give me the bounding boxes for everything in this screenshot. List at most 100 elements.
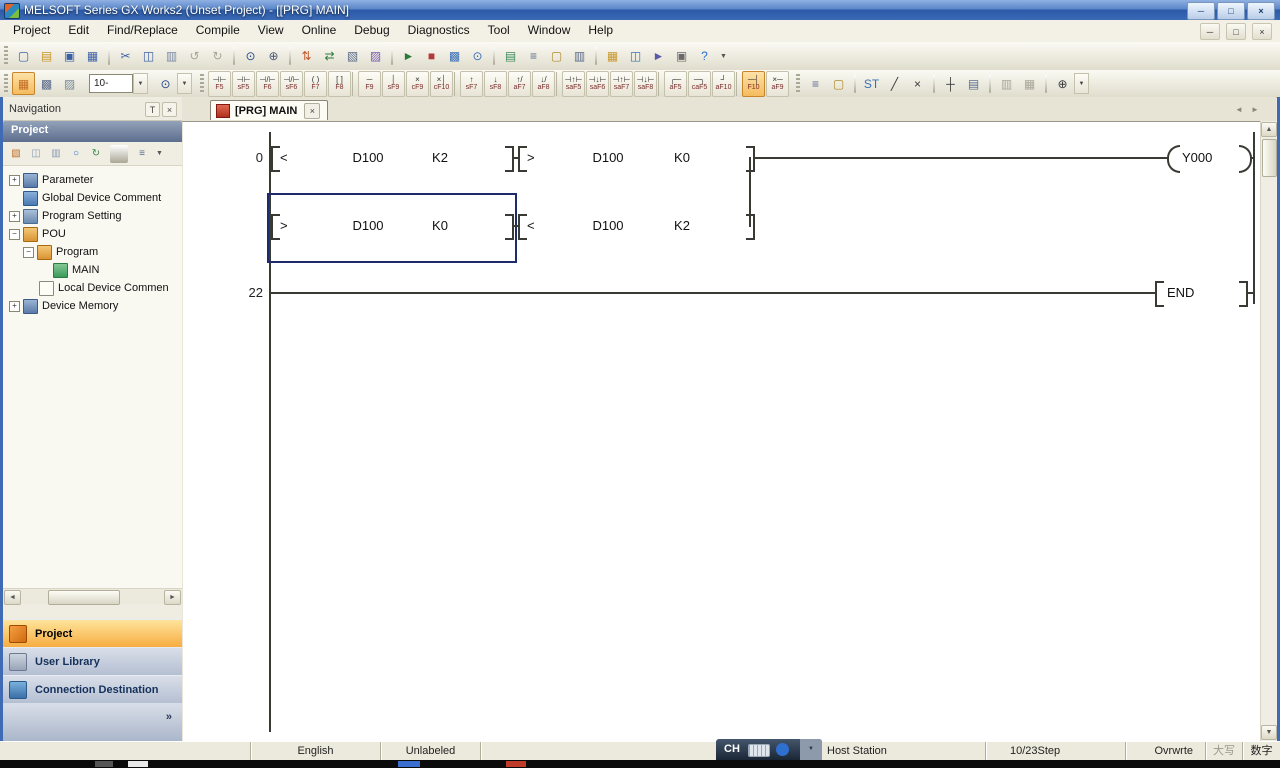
zoom-scale-dropdown-icon[interactable]: ▼: [133, 73, 148, 94]
menu-item[interactable]: Diagnostics: [399, 20, 479, 40]
close-panel-icon[interactable]: ×: [162, 102, 177, 117]
open-project-icon[interactable]: ▤: [35, 45, 58, 68]
scroll-left-icon[interactable]: ◄: [4, 590, 21, 605]
horizontal-line-button[interactable]: ─F9: [358, 71, 381, 97]
refresh-icon[interactable]: ↻: [86, 144, 106, 164]
note-icon[interactable]: ▢: [545, 45, 568, 68]
info-icon[interactable]: ○: [66, 144, 86, 164]
device-test-icon[interactable]: ▩: [443, 45, 466, 68]
sidebar-item-user-library[interactable]: User Library: [3, 647, 182, 676]
parameter-setting-icon[interactable]: ▦: [601, 45, 624, 68]
save-icon[interactable]: ▣: [58, 45, 81, 68]
toolbar-item[interactable]: [1045, 75, 1047, 93]
edit-line-button[interactable]: ─┤F10: [742, 71, 765, 97]
menu-item[interactable]: Project: [4, 20, 59, 40]
ladder-symbol-button[interactable]: [736, 72, 741, 96]
child-restore-button[interactable]: □: [1226, 23, 1246, 40]
ladder-symbol-button[interactable]: [658, 72, 663, 96]
menu-item[interactable]: Online: [293, 20, 346, 40]
toolbar-item[interactable]: [595, 47, 597, 65]
coil-button[interactable]: ( )F7: [304, 71, 327, 97]
find-dropdown-icon[interactable]: ⊙: [154, 72, 177, 95]
expander-icon[interactable]: +: [9, 301, 20, 312]
open-contact-button[interactable]: ⊣⊢F5: [208, 71, 231, 97]
statement-icon[interactable]: ≡: [522, 45, 545, 68]
write-to-plc-icon[interactable]: ⇅: [295, 45, 318, 68]
closed-branch-button[interactable]: ⊣/⊢sF6: [280, 71, 303, 97]
paste-icon[interactable]: ▥: [160, 45, 183, 68]
ladder-editor[interactable]: 0 < D100 K2 > D100 K0 Y000 > D100 K0: [183, 121, 1260, 741]
toolbar-grip[interactable]: [796, 74, 800, 94]
options-icon[interactable]: ▣: [670, 45, 693, 68]
tree-item-program-setting[interactable]: + Program Setting: [3, 207, 182, 225]
project-toolbar-dropdown-icon[interactable]: ▼: [156, 150, 163, 157]
sidebar-horizontal-scrollbar[interactable]: ◄ ►: [3, 588, 182, 604]
tree-item-pou[interactable]: − POU: [3, 225, 182, 243]
scroll-down-icon[interactable]: ▼: [1261, 725, 1277, 740]
find-icon[interactable]: ⊙: [239, 45, 262, 68]
ime-help-icon[interactable]: [776, 743, 789, 756]
tree-item-main[interactable]: MAIN: [3, 261, 182, 279]
tree-item-local-device-comment[interactable]: Local Device Commen: [3, 279, 182, 297]
watch-icon[interactable]: ⊙: [466, 45, 489, 68]
scroll-right-icon[interactable]: ►: [164, 590, 181, 605]
toolbar-grip[interactable]: [4, 74, 8, 94]
delete-vertical-line-button[interactable]: ×│cF10: [430, 71, 453, 97]
find-dropdown-arrow-icon[interactable]: ▼: [177, 73, 192, 94]
taskbar-item[interactable]: [95, 761, 113, 767]
operation-result-rising-pulse-button[interactable]: ─┐caF5: [688, 71, 711, 97]
toolbar-item[interactable]: [391, 47, 393, 65]
ladder-symbol-button[interactable]: [352, 72, 357, 96]
menu-item[interactable]: Debug: [345, 20, 398, 40]
toolbar-item[interactable]: [493, 47, 495, 65]
scroll-up-icon[interactable]: ▲: [1261, 122, 1277, 137]
vertical-line-button[interactable]: │sF9: [382, 71, 405, 97]
tab-prg-main[interactable]: [PRG] MAIN ×: [210, 100, 328, 120]
maximize-button[interactable]: □: [1217, 2, 1245, 20]
new-project-icon[interactable]: ▢: [12, 45, 35, 68]
falling-pulse-close-button[interactable]: ⊣↓⊢saF6: [586, 71, 609, 97]
falling-pulse-branch-button[interactable]: ↓/aF8: [532, 71, 555, 97]
tab-scroll-left-icon[interactable]: ◄: [1232, 101, 1246, 117]
tab-scroll-right-icon[interactable]: ►: [1248, 101, 1262, 117]
ime-language-bar[interactable]: CH ▼: [716, 739, 822, 760]
rising-pulse-close-branch-button[interactable]: ⊣↑⊢saF7: [610, 71, 633, 97]
expander-icon[interactable]: −: [23, 247, 34, 258]
paste-item-icon[interactable]: ▥: [46, 144, 66, 164]
verify-icon[interactable]: ▧: [341, 45, 364, 68]
redo-icon[interactable]: ↻: [206, 45, 229, 68]
menu-item[interactable]: Edit: [59, 20, 98, 40]
closed-contact-button[interactable]: ⊣/⊢F6: [256, 71, 279, 97]
note-edit-icon[interactable]: ▢: [827, 72, 850, 95]
save-all-icon[interactable]: ▦: [81, 45, 104, 68]
cut-icon[interactable]: ✂: [114, 45, 137, 68]
language-bar-options-icon[interactable]: ▼: [800, 739, 822, 760]
copy-item-icon[interactable]: ◫: [26, 144, 46, 164]
expander-icon[interactable]: +: [9, 211, 20, 222]
menu-item[interactable]: Find/Replace: [98, 20, 187, 40]
falling-pulse-close-branch-button[interactable]: ⊣↓⊢saF8: [634, 71, 657, 97]
intelligent-module-icon[interactable]: ◫: [624, 45, 647, 68]
expander-icon[interactable]: −: [9, 229, 20, 240]
invert-operation-results-button[interactable]: ┌─aF5: [664, 71, 687, 97]
monitor-stop-icon[interactable]: ■: [420, 45, 443, 68]
toolbar-item[interactable]: [233, 47, 235, 65]
compare-operator[interactable]: <: [280, 149, 288, 167]
sidebar-collapse-strip[interactable]: »: [3, 703, 182, 741]
compare-operand[interactable]: K2: [397, 149, 483, 167]
tree-item-global-device-comment[interactable]: Global Device Comment: [3, 189, 182, 207]
open-branch-button[interactable]: ⊣⊢sF5: [232, 71, 255, 97]
comment-display-icon[interactable]: ▨: [58, 72, 81, 95]
toolbar-item[interactable]: [289, 47, 291, 65]
delete-line-mode-icon[interactable]: ×: [906, 72, 929, 95]
rising-pulse-branch-button[interactable]: ↑/aF7: [508, 71, 531, 97]
falling-pulse-button[interactable]: ↓sF8: [484, 71, 507, 97]
menu-item[interactable]: Tool: [479, 20, 519, 40]
taskbar-item[interactable]: [506, 761, 526, 767]
toolbar-item[interactable]: [933, 75, 935, 93]
editor-vertical-scrollbar[interactable]: ▲ ▼: [1260, 121, 1277, 741]
end-instruction[interactable]: END: [1167, 284, 1235, 302]
delete-line-button[interactable]: ×─aF9: [766, 71, 789, 97]
simulation-icon[interactable]: ►: [647, 45, 670, 68]
rising-pulse-button[interactable]: ↑sF7: [460, 71, 483, 97]
